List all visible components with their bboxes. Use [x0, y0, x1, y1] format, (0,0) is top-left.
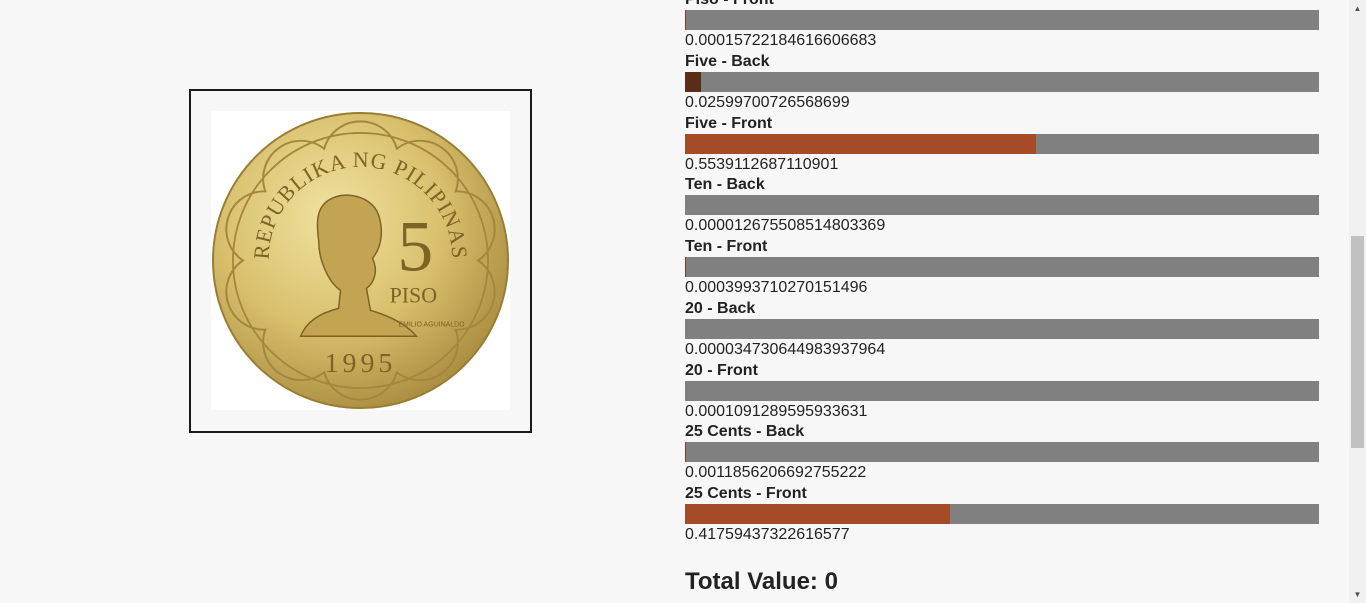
result-bar-track [685, 133, 1319, 154]
result-item: Piso - Front 0.00015722184616606683 [685, 0, 1319, 52]
result-label: 20 - Back [685, 299, 756, 317]
result-value: 0.0003993710270151496 [685, 279, 868, 296]
result-value: 0.000034730644983937964 [685, 340, 886, 358]
result-bar-track [685, 380, 1319, 401]
result-label: Ten - Front [685, 238, 768, 255]
result-item: Five - Front 0.5539112687110901 [685, 114, 1319, 176]
result-item: 20 - Front 0.0001091289595933631 [685, 361, 1319, 423]
result-label: Five - Front [685, 114, 773, 132]
result-item: Five - Back 0.02599700726568699 [685, 52, 1319, 114]
result-bar-track [685, 257, 1319, 277]
result-item: Ten - Front 0.0003993710270151496 [685, 237, 1319, 299]
result-value: 0.000012675508514803369 [685, 217, 886, 235]
result-bar-fill [685, 504, 950, 524]
coin-image: REPUBLIKA NG PILIPINAS 5 PISO EMILIO AGU… [211, 111, 510, 410]
result-label: Ten - Back [685, 176, 765, 194]
result-label: Five - Back [685, 52, 770, 70]
scrollbar-thumb[interactable] [1351, 236, 1364, 448]
result-bar-track [685, 318, 1319, 339]
result-item: 20 - Back 0.000034730644983937964 [685, 299, 1319, 361]
scroll-up-arrow-icon[interactable]: ▲ [1349, 0, 1366, 17]
result-bar-track [685, 504, 1319, 524]
result-label: Piso - Front [685, 0, 1319, 10]
result-bar-track [685, 10, 1319, 30]
result-value: 0.02599700726568699 [685, 93, 850, 111]
result-value: 0.0001091289595933631 [685, 402, 868, 420]
result-value: 0.5539112687110901 [685, 155, 839, 173]
coin-portrait-name: EMILIO AGUINALDO [398, 321, 465, 328]
scroll-down-arrow-icon[interactable]: ▼ [1349, 586, 1366, 603]
result-bar-track [685, 195, 1319, 216]
coin-year: 1995 [325, 348, 397, 379]
result-bar-fill [685, 133, 1037, 154]
result-bar-track [685, 442, 1319, 463]
result-label: 25 Cents - Back [685, 423, 805, 441]
coin-image-frame: REPUBLIKA NG PILIPINAS 5 PISO EMILIO AGU… [189, 89, 532, 433]
classification-results: Piso - Front 0.00015722184616606683 Five -… [685, 0, 1319, 546]
total-value: Total Value: 0 [685, 568, 838, 595]
coin-picture: REPUBLIKA NG PILIPINAS 5 PISO EMILIO AGU… [211, 111, 510, 410]
result-item: 25 Cents - Back 0.0011856206692755222 [685, 422, 1319, 484]
coin-denomination: 5 [397, 206, 433, 286]
result-value: 0.0011856206692755222 [685, 464, 867, 482]
result-bar-fill [685, 71, 702, 92]
coin-unit: PISO [390, 282, 437, 307]
result-label: 20 - Front [685, 361, 758, 379]
vertical-scrollbar[interactable]: ▲ ▼ [1349, 0, 1366, 603]
result-item: Ten - Back 0.000012675508514803369 [685, 175, 1319, 237]
result-bar-fill [685, 442, 686, 463]
result-item: 25 Cents - Front 0.41759437322616577 [685, 484, 1319, 546]
result-label: 25 Cents - Front [685, 485, 807, 502]
result-bar-track [685, 71, 1319, 92]
result-value: 0.41759437322616577 [685, 526, 850, 543]
result-value: 0.00015722184616606683 [685, 32, 877, 49]
